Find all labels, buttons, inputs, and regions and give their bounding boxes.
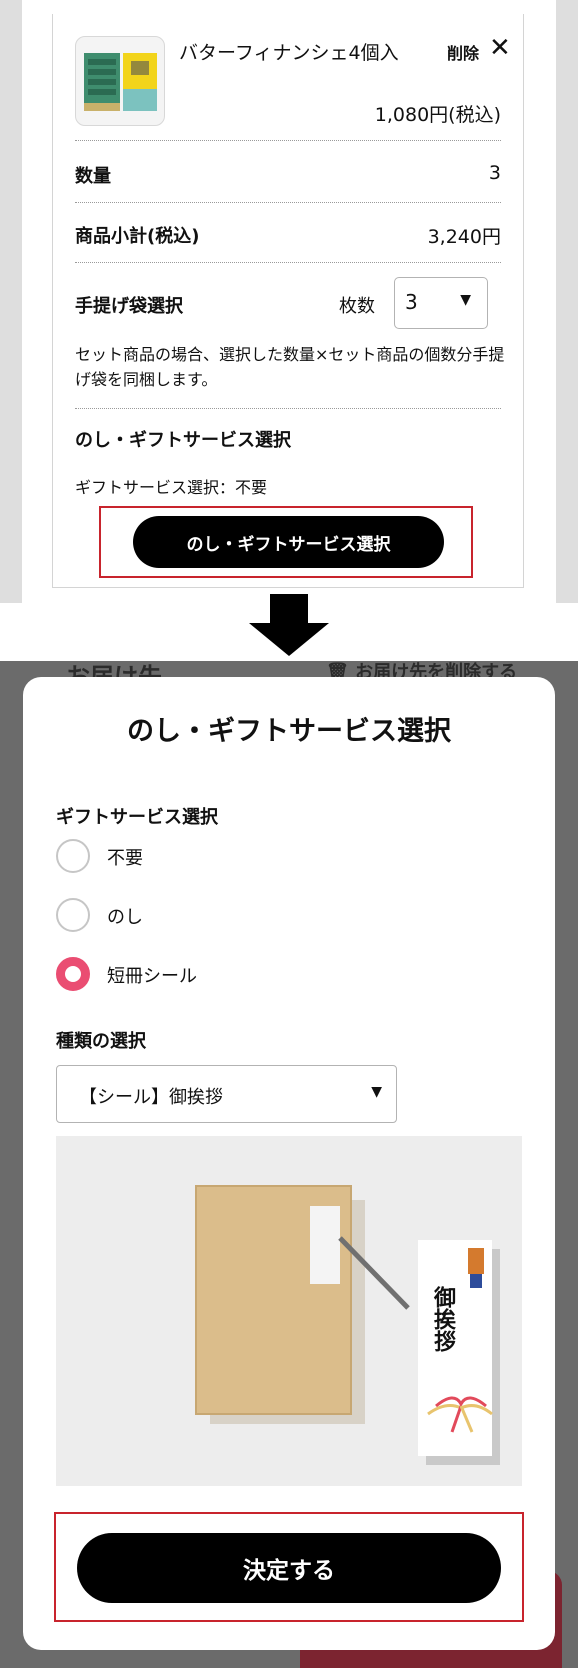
bag-selection-label: 手提げ袋選択: [75, 296, 183, 317]
gift-service-status: ギフトサービス選択：不要: [75, 478, 268, 497]
quantity-label: 数量: [75, 166, 111, 187]
type-section-label: 種類の選択: [56, 1031, 146, 1052]
radio-tanzaku-sticker[interactable]: [56, 957, 90, 991]
product-thumbnail[interactable]: [75, 36, 165, 126]
confirm-button[interactable]: 決定する: [77, 1533, 501, 1603]
dropdown-arrow-icon: ▼: [460, 292, 471, 308]
down-arrow-icon: [270, 594, 308, 624]
subtotal-value: 3,240円: [427, 226, 501, 248]
gift-preview-image: 御挨拶: [56, 1136, 522, 1486]
quantity-value: 3: [488, 162, 501, 184]
down-arrow-icon-head: [249, 623, 329, 656]
gift-service-modal: のし・ギフトサービス選択 ギフトサービス選択 不要 のし 短冊シール 種類の選択…: [23, 677, 555, 1650]
delete-button[interactable]: 削除: [447, 40, 479, 64]
subtotal-label: 商品小計(税込): [75, 226, 200, 247]
sticker-type-select[interactable]: 【シール】御挨拶 ▼: [56, 1065, 397, 1123]
radio-label-unnecessary[interactable]: 不要: [107, 844, 143, 870]
product-name: バターフィナンシェ4個入: [179, 42, 399, 64]
cart-item-card: バターフィナンシェ4個入 削除 ✕ 1,080円(税込) 数量 3 商品小計(税…: [52, 14, 524, 588]
modal-title: のし・ギフトサービス選択: [127, 716, 451, 747]
dropdown-arrow-icon: ▼: [371, 1084, 382, 1100]
product-price: 1,080円(税込): [374, 104, 501, 126]
bag-count-value: 3: [405, 290, 418, 314]
gift-service-heading: のし・ギフトサービス選択: [75, 430, 291, 451]
gift-service-button[interactable]: のし・ギフトサービス選択: [133, 516, 444, 568]
sticker-text: 御挨拶: [430, 1286, 456, 1352]
divider: [75, 140, 501, 141]
bag-count-label: 枚数: [339, 296, 375, 317]
divider: [75, 202, 501, 203]
bag-count-select[interactable]: 3 ▼: [394, 277, 488, 329]
radio-unnecessary[interactable]: [56, 839, 90, 873]
sticker-type-value: 【シール】御挨拶: [79, 1087, 223, 1108]
divider: [75, 408, 501, 409]
radio-label-tanzaku-sticker[interactable]: 短冊シール: [107, 962, 197, 988]
divider: [75, 262, 501, 263]
gift-service-section-label: ギフトサービス選択: [56, 807, 218, 828]
radio-label-noshi[interactable]: のし: [107, 903, 143, 929]
bag-note: セット商品の場合、選択した数量×セット商品の個数分手提げ袋を同梱します。: [75, 345, 505, 389]
radio-noshi[interactable]: [56, 898, 90, 932]
close-icon[interactable]: ✕: [489, 35, 511, 61]
